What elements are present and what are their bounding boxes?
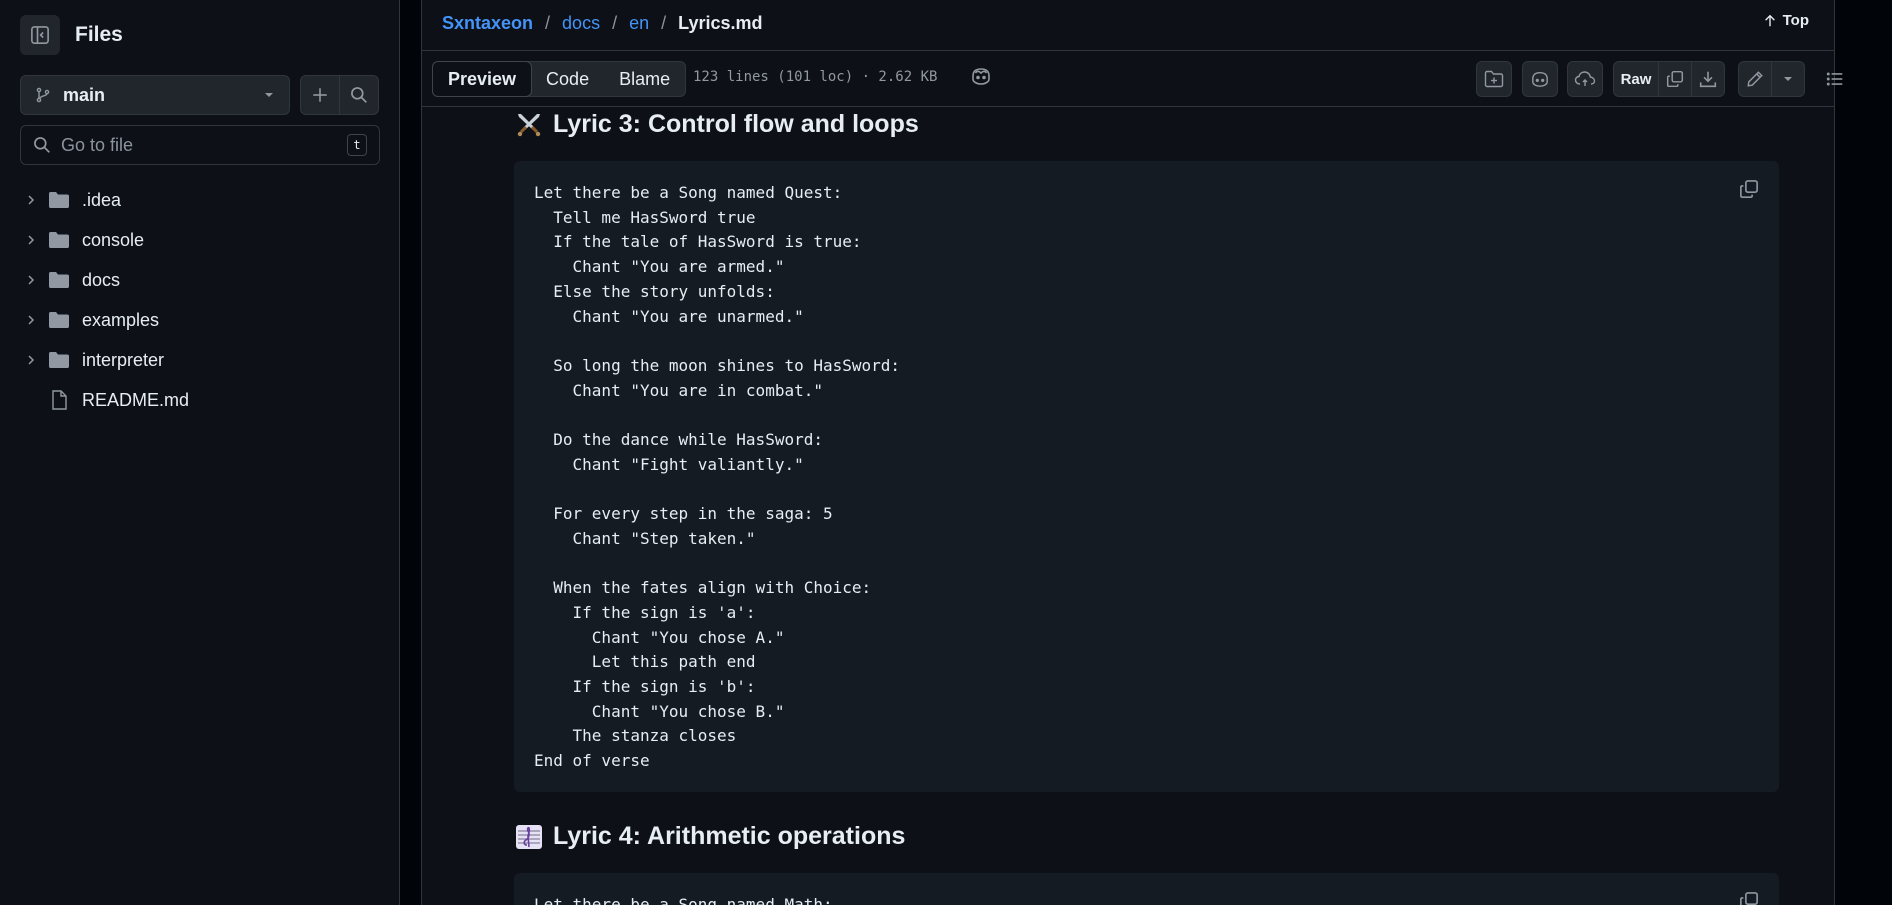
- folder-plus-icon: [1484, 70, 1504, 88]
- branch-name: main: [63, 84, 106, 105]
- copilot-icon: [972, 68, 990, 85]
- shortcut-key-hint: t: [347, 134, 367, 156]
- edit-options-dropdown[interactable]: [1771, 61, 1805, 97]
- tab-code[interactable]: Code: [531, 62, 604, 96]
- back-to-top-button[interactable]: Top: [1763, 12, 1809, 29]
- breadcrumb: Sxntaxeon / docs / en / Lyrics.md: [442, 0, 763, 46]
- plus-icon: [313, 88, 327, 102]
- breadcrumb-separator: /: [545, 12, 551, 33]
- folder-icon: [49, 232, 69, 248]
- tree-item-console[interactable]: console: [20, 220, 380, 260]
- search-icon: [34, 137, 50, 153]
- code-block: Let there be a Song named Math:: [514, 873, 1779, 905]
- chevron-right-icon: [28, 275, 35, 285]
- chevron-right-icon: [28, 235, 35, 245]
- tree-item-label: console: [82, 229, 145, 250]
- add-file-button[interactable]: [300, 75, 340, 115]
- breadcrumb-separator: /: [612, 12, 618, 33]
- tree-item-examples[interactable]: examples: [20, 300, 380, 340]
- folder-icon: [49, 312, 69, 328]
- copy-icon: [1666, 70, 1684, 88]
- sidebar-header: Files: [20, 15, 123, 55]
- list-unordered-icon: [1826, 72, 1843, 86]
- tree-item-interpreter[interactable]: interpreter: [20, 340, 380, 380]
- copy-raw-button[interactable]: [1658, 61, 1692, 97]
- chevron-right-icon: [28, 195, 35, 205]
- chevron-right-icon: [28, 315, 35, 325]
- music-score-icon: [515, 823, 543, 851]
- tab-preview[interactable]: Preview: [432, 61, 533, 97]
- chevron-right-icon: [28, 355, 35, 365]
- triangle-down-icon: [1784, 77, 1792, 81]
- crossed-swords-icon: [515, 111, 543, 139]
- add-file-directory-button[interactable]: [1476, 61, 1512, 97]
- copilot-button[interactable]: [970, 66, 992, 91]
- search-icon: [351, 87, 367, 103]
- section-title: Lyric 3: Control flow and loops: [553, 110, 919, 138]
- code-content: Let there be a Song named Quest: Tell me…: [534, 183, 901, 771]
- collapse-sidebar-button[interactable]: [20, 15, 60, 55]
- tree-item-label: .idea: [82, 189, 122, 210]
- tab-blame[interactable]: Blame: [604, 62, 685, 96]
- section-title: Lyric 4: Arithmetic operations: [553, 822, 906, 850]
- download-raw-button[interactable]: [1691, 61, 1725, 97]
- tree-item-label: interpreter: [82, 349, 165, 370]
- copy-code-button[interactable]: [1739, 891, 1759, 905]
- file-icon: [52, 390, 67, 410]
- branch-selector[interactable]: main: [20, 75, 290, 115]
- copy-icon: [1740, 180, 1758, 198]
- go-to-file-input[interactable]: [61, 134, 347, 156]
- folder-icon: [49, 352, 69, 368]
- section-heading: Lyric 3: Control flow and loops: [515, 110, 919, 139]
- edit-file-button[interactable]: [1738, 61, 1772, 97]
- go-to-file-box[interactable]: t: [20, 125, 380, 165]
- folder-icon: [49, 192, 69, 208]
- outline-button[interactable]: [1817, 61, 1853, 97]
- sidebar-title: Files: [75, 23, 123, 46]
- copy-icon: [1740, 892, 1758, 905]
- arrow-up-icon: [1764, 14, 1775, 26]
- tree-item-readme[interactable]: README.md: [20, 380, 380, 420]
- codespaces-button[interactable]: [1567, 61, 1603, 97]
- tree-item-idea[interactable]: .idea: [20, 180, 380, 220]
- tree-item-docs[interactable]: docs: [20, 260, 380, 300]
- tree-item-label: examples: [82, 309, 160, 330]
- download-icon: [1699, 71, 1717, 88]
- search-code-button[interactable]: [339, 75, 379, 115]
- cloud-sync-icon: [1574, 71, 1596, 86]
- raw-label: Raw: [1620, 70, 1652, 88]
- copilot-chat-button[interactable]: [1522, 61, 1558, 97]
- back-to-top-label: Top: [1782, 12, 1809, 29]
- code-block: Let there be a Song named Quest: Tell me…: [514, 161, 1779, 792]
- file-meta-info: 123 lines (101 loc) · 2.62 KB: [693, 69, 938, 85]
- pencil-icon: [1747, 71, 1763, 87]
- view-mode-tabs: Preview Code Blame: [432, 61, 687, 97]
- breadcrumb-docs-link[interactable]: docs: [562, 13, 600, 34]
- tree-item-label: docs: [82, 269, 121, 290]
- file-tree: .idea console docs examples interpreter …: [20, 180, 380, 420]
- breadcrumb-separator: /: [661, 12, 667, 33]
- file-tree-sidebar: Files main t .idea console docs: [0, 0, 400, 905]
- folder-icon: [49, 272, 69, 288]
- breadcrumb-current-file: Lyrics.md: [678, 12, 763, 33]
- code-content: Let there be a Song named Math:: [534, 895, 833, 905]
- git-branch-icon: [36, 87, 50, 103]
- breadcrumb-en-link[interactable]: en: [629, 13, 649, 34]
- copy-code-button[interactable]: [1739, 179, 1759, 204]
- triangle-down-icon: [265, 93, 273, 97]
- raw-button[interactable]: Raw: [1613, 61, 1659, 97]
- breadcrumb-repo-link[interactable]: Sxntaxeon: [442, 13, 533, 34]
- tree-item-label: README.md: [82, 389, 190, 410]
- copilot-icon: [1532, 71, 1548, 87]
- sidebar-collapse-icon: [31, 26, 49, 44]
- section-heading: Lyric 4: Arithmetic operations: [515, 822, 905, 851]
